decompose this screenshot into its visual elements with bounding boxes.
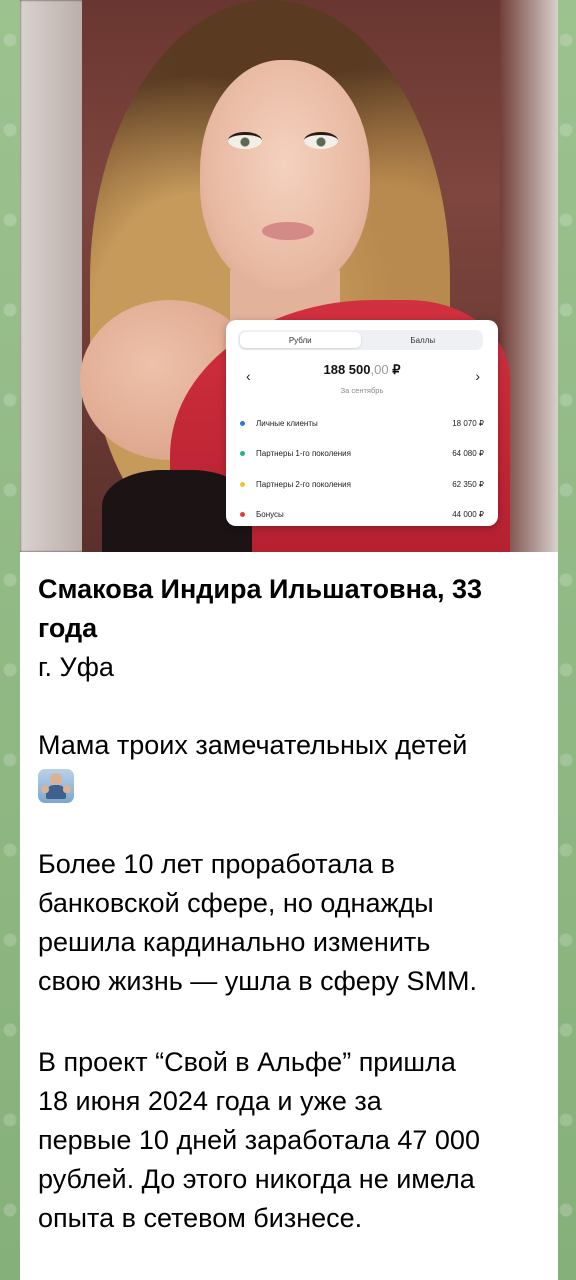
paragraph-career-line: банковской сфере, но однажды [38,888,434,918]
earnings-breakdown: Личные клиенты 18 070 ₽ Партнеры 1-го по… [240,408,484,530]
paragraph-career-line: свою жизнь — ушла в сферу SMM. [38,966,478,996]
period-label: За сентябрь [340,386,384,395]
paragraph-project-line: 18 июня 2024 года и уже за [38,1086,382,1116]
chat-background-left [0,0,20,1280]
photo-lips [262,222,314,240]
amount-currency: ₽ [392,362,401,377]
green-dot-icon [240,451,245,457]
person-name-line2: года [38,613,98,643]
earnings-row-label: Партнеры 2-го поколения [256,479,351,489]
tab-points[interactable]: Баллы [363,330,484,350]
earnings-row: Партнеры 1-го поколения 64 080 ₽ [240,439,484,470]
amount-decimals: ,00 [370,362,389,377]
emoji-head-adult [50,773,62,785]
paragraph-project-line: В проект “Свой в Альфе” пришла [38,1047,456,1077]
paragraph-project-line: первые 10 дней заработала 47 000 [38,1125,480,1155]
person-name-line1: Смакова Индира Ильшатовна, 33 [38,574,482,604]
yellow-dot-icon [240,481,245,487]
photo-blur-left [20,0,90,552]
earnings-row-label: Партнеры 1-го поколения [256,449,351,459]
person-city: г. Уфа [38,652,114,682]
earnings-row-value: 18 070 ₽ [452,418,484,428]
message-text: Смакова Индира Ильшатовна, 33 года г. Уф… [38,570,548,1238]
paragraph-career-line: Более 10 лет проработала в [38,849,395,879]
earnings-row: Личные клиенты 18 070 ₽ [240,408,484,439]
photo-eye-right [304,132,338,149]
earnings-row-value: 44 000 ₽ [452,510,484,520]
earnings-row-label: Бонусы [256,510,284,520]
message-bubble: Рубли Баллы ‹ › 188 500,00 ₽ За сентябрь… [20,0,558,1280]
photo-eye-left [228,132,262,149]
family-emoji-icon [38,769,74,803]
emoji-head-child-left [41,785,49,793]
red-dot-icon [240,512,245,518]
tab-rubles[interactable]: Рубли [240,332,361,348]
earnings-row: Партнеры 2-го поколения 62 350 ₽ [240,469,484,500]
message-photo[interactable]: Рубли Баллы ‹ › 188 500,00 ₽ За сентябрь… [20,0,558,552]
earnings-card: Рубли Баллы ‹ › 188 500,00 ₽ За сентябрь… [226,320,498,526]
emoji-head-child-right [63,785,71,793]
photo-face [200,60,370,290]
amount-main: 188 500 [323,362,371,377]
paragraph-project-line: рублей. До этого никогда не имела [38,1164,475,1194]
total-amount: 188 500,00 ₽ [226,362,498,378]
paragraph-family: Мама троих замечательных детей [38,730,468,760]
paragraph-career-line: решила кардинально изменить [38,927,431,957]
blue-dot-icon [240,420,245,426]
earnings-row-label: Личные клиенты [256,418,318,428]
paragraph-project-line: опыта в сетевом бизнесе. [38,1203,363,1233]
earnings-row: Бонусы 44 000 ₽ [240,500,484,531]
currency-segmented-control[interactable]: Рубли Баллы [238,330,483,350]
earnings-row-value: 62 350 ₽ [452,479,484,489]
chat-background-right [556,0,576,1280]
earnings-row-value: 64 080 ₽ [452,449,484,459]
